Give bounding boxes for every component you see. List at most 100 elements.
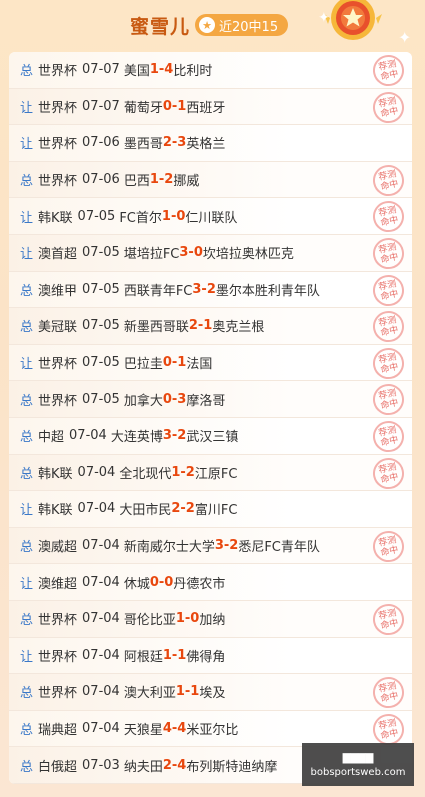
home-team: 全北现代	[119, 466, 172, 482]
league-name: 澳维超	[38, 576, 78, 592]
home-team: 哥伦比亚	[123, 613, 176, 629]
home-score: 1	[175, 684, 185, 700]
away-score: 0	[164, 574, 174, 590]
hit-stamp-icon: 荐测 命中	[370, 454, 407, 492]
bet-type-tag: 让	[20, 649, 34, 665]
prediction-row[interactable]: 总世界杯 07-05 加拿大 0 - 3 摩洛哥 荐测 命中	[9, 381, 412, 419]
away-team: 富川FC	[194, 503, 238, 519]
away-team: 西班牙	[186, 100, 226, 116]
match-date: 07-05	[82, 281, 120, 297]
stamp-text: 命中	[379, 434, 400, 449]
bet-type-tag: 总	[20, 613, 34, 629]
prediction-row[interactable]: 总韩K联 07-04 全北现代 1 - 2 江原FC 荐测 命中	[9, 454, 412, 492]
bet-type-tag: 总	[20, 540, 34, 556]
away-team: 比利时	[173, 64, 213, 80]
header: 蜜雪儿 ★ 近20中15 ✦ ✦	[0, 0, 425, 52]
bet-type-tag: 总	[20, 759, 34, 775]
league-name: 世界杯	[38, 100, 78, 116]
prediction-row[interactable]: 让澳首超 07-05 堪培拉FC 3 - 0 坎培拉奥林匹克 荐测 命中	[9, 234, 412, 272]
league-name: 世界杯	[38, 393, 78, 409]
match-date: 07-04	[82, 647, 120, 663]
hit-stamp-icon: 荐测 命中	[370, 381, 407, 419]
league-name: 美冠联	[38, 320, 78, 336]
match-date: 07-04	[82, 720, 120, 736]
hit-stamp-icon: 荐测 命中	[370, 418, 407, 455]
prediction-row[interactable]: 总世界杯 07-07 美国 1 - 4 比利时 荐测 命中	[9, 52, 412, 89]
home-team: 休城	[123, 576, 150, 592]
away-score: 2	[185, 501, 195, 517]
match-date: 07-05	[77, 208, 116, 224]
prediction-row[interactable]: 让世界杯 07-06 墨西哥 2 - 3 英格兰	[9, 125, 412, 162]
away-team: 悉尼FC青年队	[238, 540, 320, 556]
home-score: 1	[175, 611, 185, 627]
away-score: 3	[177, 391, 187, 407]
sparkle-icon: ✦	[318, 10, 330, 26]
watermark-line1: ▇▇▇▇	[342, 753, 374, 764]
home-team: 大田市民	[119, 503, 172, 519]
home-team: 葡萄牙	[123, 100, 163, 116]
home-score: 0	[162, 355, 172, 371]
prediction-row[interactable]: 总世界杯 07-04 澳大利亚 1 - 1 埃及 荐测 命中	[9, 674, 412, 711]
prediction-row[interactable]: 总美冠联 07-05 新墨西哥联 2 - 1 奥克兰根 荐测 命中	[9, 308, 412, 346]
prediction-row[interactable]: 总澳维甲 07-05 西联青年FC 3 - 2 墨尔本胜利青年队 荐测 命中	[9, 271, 412, 309]
prediction-row[interactable]: 总世界杯 07-06 巴西 1 - 2 挪威 荐测 命中	[9, 161, 412, 199]
away-score: 1	[177, 98, 187, 114]
prediction-row[interactable]: 让韩K联 07-05 FC首尔 1 - 0 仁川联队 荐测 命中	[9, 198, 412, 236]
bet-type-tag: 让	[20, 100, 34, 116]
stamp-text: 命中	[379, 690, 400, 705]
prediction-row[interactable]: 让世界杯 07-05 巴拉圭 0 - 1 法国 荐测 命中	[9, 344, 412, 382]
bet-type-tag: 让	[20, 576, 34, 592]
stamp-text: 命中	[379, 324, 400, 339]
home-team: 纳夫田	[123, 759, 163, 775]
hit-stamp-icon: 荐测 命中	[370, 601, 407, 638]
stamp-text: 命中	[379, 215, 400, 229]
league-name: 世界杯	[38, 357, 78, 373]
away-team: 摩洛哥	[186, 393, 226, 409]
match-date: 07-04	[69, 428, 107, 444]
away-team: 佛得角	[186, 649, 226, 665]
away-team: 坎培拉奥林匹克	[202, 247, 294, 263]
expert-name[interactable]: 蜜雪儿	[130, 12, 190, 39]
prediction-row[interactable]: 让澳维超 07-04 休城 0 - 0 丹德农市	[9, 564, 412, 601]
prediction-row[interactable]: 让韩K联 07-04 大田市民 2 - 2 富川FC	[9, 491, 412, 528]
match-date: 07-04	[82, 538, 120, 554]
prediction-row[interactable]: 总世界杯 07-04 哥伦比亚 1 - 0 加纳 荐测 命中	[9, 600, 412, 638]
away-score: 4	[164, 62, 174, 78]
bet-type-tag: 让	[20, 247, 34, 263]
hit-stamp-icon: 荐测 命中	[370, 235, 407, 272]
bet-type-tag: 总	[20, 174, 34, 190]
home-team: 美国	[123, 64, 150, 80]
league-name: 世界杯	[38, 613, 78, 629]
prediction-row[interactable]: 总中超 07-04 大连英博 3 - 2 武汉三镇 荐测 命中	[9, 417, 412, 455]
league-name: 澳威超	[38, 540, 78, 556]
prediction-row[interactable]: 让世界杯 07-07 葡萄牙 0 - 1 西班牙 荐测 命中	[9, 88, 412, 126]
league-name: 韩K联	[38, 466, 73, 482]
bet-type-tag: 让	[20, 137, 34, 153]
bet-type-tag: 总	[20, 686, 34, 702]
league-name: 瑞典超	[38, 722, 78, 738]
league-name: 白俄超	[38, 759, 78, 775]
home-score: 1	[149, 172, 159, 188]
prediction-row[interactable]: 总瑞典超 07-04 天狼星 4 - 4 米亚尔比 荐测 命中	[9, 710, 412, 748]
watermark-url: bobsportsweb.com	[310, 767, 406, 778]
bet-type-tag: 总	[20, 393, 34, 409]
league-name: 中超	[38, 430, 65, 446]
home-score: 3	[179, 245, 189, 261]
prediction-row[interactable]: 总澳威超 07-04 新南威尔士大学 3 - 2 悉尼FC青年队 荐测 命中	[9, 527, 412, 565]
league-name: 韩K联	[38, 503, 73, 519]
hit-stamp-icon: 荐测 命中	[370, 198, 407, 236]
league-name: 澳首超	[38, 247, 78, 263]
hit-stamp-icon: 荐测 命中	[370, 52, 407, 89]
away-team: 丹德农市	[173, 576, 226, 592]
home-score: 1	[162, 647, 172, 663]
away-score: 2	[206, 281, 216, 297]
away-team: 米亚尔比	[186, 722, 239, 738]
match-date: 07-04	[77, 501, 116, 517]
hit-stamp-icon: 荐测 命中	[370, 344, 407, 382]
away-score: 1	[177, 355, 187, 371]
home-team: FC首尔	[119, 210, 162, 226]
stamp-text: 命中	[379, 251, 400, 266]
match-date: 07-05	[82, 391, 120, 407]
hit-stamp-icon: 荐测 命中	[370, 88, 407, 126]
prediction-row[interactable]: 让世界杯 07-04 阿根廷 1 - 1 佛得角	[9, 637, 412, 675]
